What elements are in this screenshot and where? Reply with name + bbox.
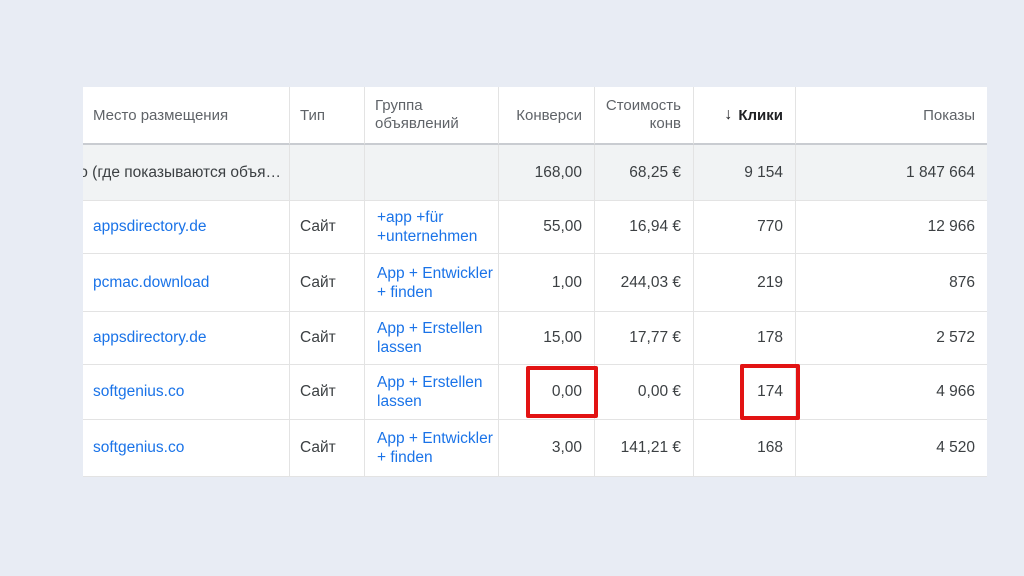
header-impressions[interactable]: Показы xyxy=(796,87,987,145)
row-conversions: 3,00 xyxy=(499,420,595,477)
total-placement: о (где показываются объя… xyxy=(83,145,290,201)
row-ad-group-link[interactable]: App + Erstellen lassen xyxy=(365,365,499,420)
row-type: Сайт xyxy=(290,312,365,365)
row-conversions: 0,00 xyxy=(499,365,595,420)
row-impressions: 12 966 xyxy=(796,201,987,254)
header-cost-line2: конв xyxy=(649,115,681,132)
row-cost-per-conversion: 141,21 € xyxy=(595,420,694,477)
row-type: Сайт xyxy=(290,420,365,477)
row-clicks: 219 xyxy=(694,254,796,312)
row-cost-per-conversion: 244,03 € xyxy=(595,254,694,312)
row-type: Сайт xyxy=(290,254,365,312)
row-placement-link[interactable]: appsdirectory.de xyxy=(83,201,290,254)
row-clicks: 168 xyxy=(694,420,796,477)
row-ad-group-link[interactable]: +app +für +unternehmen xyxy=(365,201,499,254)
row-impressions: 4 520 xyxy=(796,420,987,477)
header-cost-line1: Стоимость xyxy=(605,97,681,114)
row-placement-link[interactable]: softgenius.co xyxy=(83,420,290,477)
row-impressions: 876 xyxy=(796,254,987,312)
header-clicks[interactable]: ↓ Клики xyxy=(694,87,796,145)
row-placement-link[interactable]: softgenius.co xyxy=(83,365,290,420)
total-placement-text: о (где показываются объя… xyxy=(83,163,281,181)
row-placement-link[interactable]: appsdirectory.de xyxy=(83,312,290,365)
row-clicks: 174 xyxy=(694,365,796,420)
total-cost-per-conversion: 68,25 € xyxy=(595,145,694,201)
row-conversions: 15,00 xyxy=(499,312,595,365)
row-ad-group-link[interactable]: App + Erstellen lassen xyxy=(365,312,499,365)
row-conversions: 55,00 xyxy=(499,201,595,254)
row-conversions: 1,00 xyxy=(499,254,595,312)
header-cost-per-conversion[interactable]: Стоимость конв xyxy=(595,87,694,145)
header-type[interactable]: Тип xyxy=(290,87,365,145)
row-cost-per-conversion: 17,77 € xyxy=(595,312,694,365)
header-ad-group[interactable]: Группа объявлений xyxy=(365,87,499,145)
sort-down-arrow-icon: ↓ xyxy=(724,106,733,123)
row-cost-per-conversion: 0,00 € xyxy=(595,365,694,420)
row-ad-group-link[interactable]: App + Entwickler + finden xyxy=(365,420,499,477)
total-conversions: 168,00 xyxy=(499,145,595,201)
placements-table: Место размещения Тип Группа объявлений К… xyxy=(83,87,987,477)
row-impressions: 4 966 xyxy=(796,365,987,420)
table-grid: Место размещения Тип Группа объявлений К… xyxy=(83,87,987,477)
total-clicks: 9 154 xyxy=(694,145,796,201)
header-placement[interactable]: Место размещения xyxy=(83,87,290,145)
row-type: Сайт xyxy=(290,201,365,254)
total-type xyxy=(290,145,365,201)
row-impressions: 2 572 xyxy=(796,312,987,365)
row-cost-per-conversion: 16,94 € xyxy=(595,201,694,254)
row-clicks: 178 xyxy=(694,312,796,365)
row-placement-link[interactable]: pcmac.download xyxy=(83,254,290,312)
row-type: Сайт xyxy=(290,365,365,420)
row-ad-group-link[interactable]: App + Entwickler + finden xyxy=(365,254,499,312)
header-conversions[interactable]: Конверси xyxy=(499,87,595,145)
header-clicks-label: Клики xyxy=(738,106,783,124)
row-clicks: 770 xyxy=(694,201,796,254)
total-ad-group xyxy=(365,145,499,201)
total-impressions: 1 847 664 xyxy=(796,145,987,201)
